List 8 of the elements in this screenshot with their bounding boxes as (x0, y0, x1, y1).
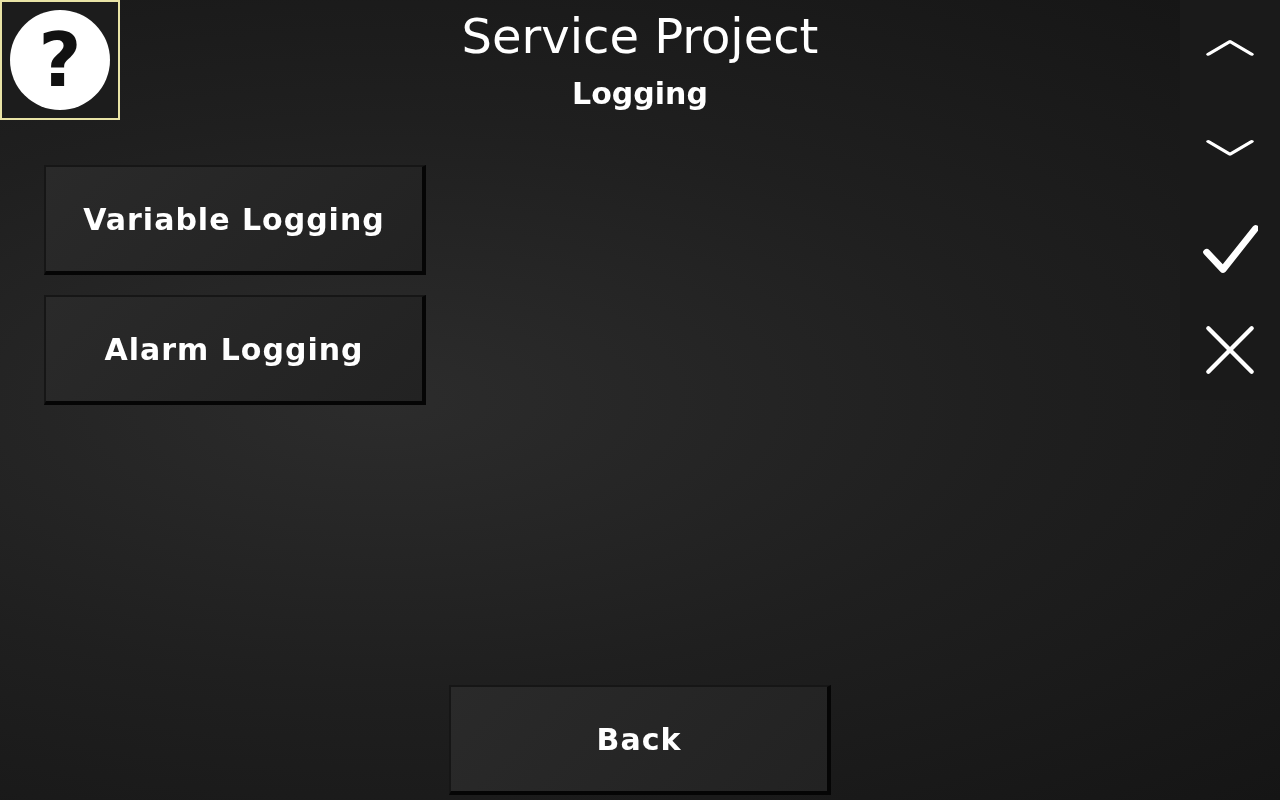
close-icon (1204, 324, 1256, 376)
checkmark-icon (1202, 224, 1258, 276)
back-button[interactable]: Back (449, 685, 831, 795)
menu-button[interactable]: Variable Logging (44, 165, 426, 275)
screen-title: Service Project (461, 7, 819, 66)
menu-button[interactable]: Alarm Logging (44, 295, 426, 405)
help-button[interactable]: ? (0, 0, 120, 120)
screen-subtitle: Logging (572, 75, 708, 113)
